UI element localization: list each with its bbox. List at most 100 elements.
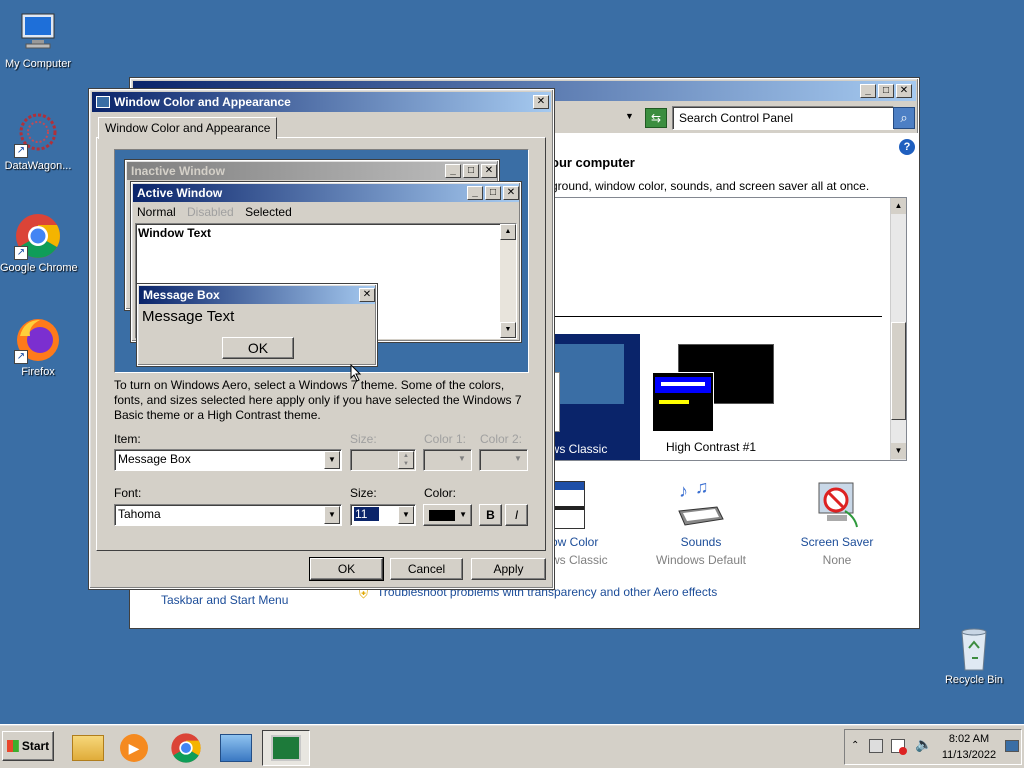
chevron-down-icon[interactable]: ▼ — [324, 451, 340, 469]
desktop-icon-recycle-bin[interactable]: Recycle Bin — [936, 624, 1012, 686]
taskbar-media-player[interactable]: ▶ — [112, 730, 156, 766]
preview-menubar: Normal Disabled Selected — [132, 203, 520, 221]
minimize-button: _ — [445, 164, 461, 178]
desktop-icon-my-computer[interactable]: My Computer — [0, 8, 76, 70]
tile-label: ow Color — [551, 535, 599, 549]
help-icon[interactable]: ? — [899, 139, 915, 155]
display-settings-icon — [271, 735, 301, 761]
chevron-down-icon: ▼ — [459, 510, 467, 519]
scroll-up-arrow[interactable]: ▲ — [891, 198, 906, 214]
color2-label: Color 2: — [480, 432, 523, 446]
network-icon[interactable] — [869, 739, 883, 753]
preview-inactive-titlebar: Inactive Window _ □ ✕ — [127, 162, 497, 180]
desktop-icon-label: My Computer — [4, 58, 72, 70]
windows-logo-icon — [6, 740, 19, 752]
chrome-icon — [171, 733, 201, 763]
minimize-button: _ — [467, 186, 483, 200]
font-size-select[interactable]: 11 ▼ — [350, 504, 416, 526]
italic-button[interactable]: I — [505, 504, 528, 526]
taskbar-explorer[interactable] — [66, 730, 110, 766]
theme-label: High Contrast #1 — [666, 440, 757, 454]
tile-sublabel: None — [822, 553, 852, 567]
dialog-close-button[interactable]: ✕ — [533, 95, 549, 109]
page-description: ground, window color, sounds, and screen… — [551, 179, 870, 193]
theme-divider — [544, 316, 882, 317]
hc-preview-front — [652, 372, 714, 432]
tile-sublabel: Windows Default — [655, 553, 747, 567]
desktop-icon-datawagon[interactable]: ↗ DataWagon... — [0, 110, 76, 172]
taskbar-start-menu-link[interactable]: Taskbar and Start Menu — [161, 593, 288, 607]
shield-icon: ⛨ — [359, 587, 369, 601]
minimize-button[interactable]: _ — [860, 84, 876, 98]
theme-windows-classic[interactable]: ows Classic — [544, 334, 640, 460]
theme-list-scrollbar[interactable]: ▲ ▼ — [890, 198, 906, 460]
font-select[interactable]: Tahoma ▼ — [114, 504, 342, 526]
font-color-picker[interactable]: ▼ — [423, 504, 472, 526]
chrome-icon: ↗ — [14, 212, 62, 260]
color2-picker: ▼ — [479, 449, 528, 471]
refresh-button[interactable]: ⇆ — [645, 108, 667, 128]
close-button: ✕ — [503, 186, 519, 200]
tile-screen-saver[interactable]: Screen Saver None — [777, 481, 897, 571]
address-dropdown-arrow[interactable]: ▼ — [625, 111, 634, 121]
dialog-title: Window Color and Appearance — [114, 95, 291, 109]
taskbar-control-panel[interactable] — [214, 730, 258, 766]
preview-message-box: Message Box ✕ Message Text OK — [136, 283, 378, 367]
desktop-icon-firefox[interactable]: ↗ Firefox — [0, 316, 76, 378]
font-value: Tahoma — [118, 507, 161, 521]
shortcut-arrow-icon: ↗ — [14, 350, 28, 364]
clock-time[interactable]: 8:02 AM — [937, 733, 1001, 745]
desktop-icon-chrome[interactable]: ↗ Google Chrome — [0, 212, 78, 274]
start-button[interactable]: Start — [2, 731, 54, 761]
search-icon[interactable]: ⌕ — [893, 107, 915, 129]
cancel-button[interactable]: Cancel — [390, 558, 463, 580]
tab-window-color-appearance[interactable]: Window Color and Appearance — [98, 117, 278, 139]
bold-button[interactable]: B — [479, 504, 502, 526]
item-select[interactable]: Message Box ▼ — [114, 449, 342, 471]
shortcut-arrow-icon: ↗ — [14, 246, 28, 260]
theme-high-contrast-1[interactable]: High Contrast #1 — [652, 344, 792, 464]
show-hidden-icons-icon[interactable]: ⌃ — [851, 740, 859, 751]
close-button: ✕ — [481, 164, 497, 178]
taskbar-chrome[interactable] — [164, 730, 208, 766]
show-desktop-icon[interactable] — [1005, 740, 1019, 752]
scroll-down-arrow[interactable]: ▼ — [891, 443, 906, 459]
maximize-button: □ — [485, 186, 501, 200]
theme-list[interactable]: ows Classic High Contrast #1 ▲ ▼ — [543, 197, 907, 461]
tile-sublabel: ws Classic — [551, 553, 608, 567]
scroll-thumb[interactable] — [891, 322, 906, 420]
firefox-icon: ↗ — [14, 316, 62, 364]
recycle-bin-icon — [950, 624, 998, 672]
screen-saver-icon — [815, 481, 861, 529]
color-swatch — [429, 510, 455, 521]
dialog-titlebar[interactable]: Window Color and Appearance ✕ — [92, 92, 551, 112]
tile-sounds[interactable]: ♪ ♫ Sounds Windows Default — [641, 477, 761, 571]
sounds-icon: ♪ ♫ — [673, 477, 729, 529]
datawagon-icon: ↗ — [14, 110, 62, 158]
message-text: Message Text — [142, 308, 235, 325]
maximize-button[interactable]: □ — [878, 84, 894, 98]
chevron-down-icon[interactable]: ▼ — [324, 506, 340, 524]
font-size-label: Size: — [350, 486, 377, 500]
chevron-down-icon: ▼ — [454, 451, 470, 469]
ok-button[interactable]: OK — [309, 557, 384, 581]
spinner-arrows-icon: ▲ ▼ — [398, 451, 414, 469]
close-button: ✕ — [359, 288, 375, 302]
color1-label: Color 1: — [424, 432, 467, 446]
page-heading: our computer — [551, 155, 635, 170]
tile-window-color[interactable]: ow Color ws Classic — [539, 481, 649, 571]
window-color-icon — [551, 481, 585, 529]
desktop-icon-label: Firefox — [21, 366, 55, 378]
action-center-icon[interactable] — [891, 739, 907, 755]
chevron-down-icon: ▼ — [510, 451, 526, 469]
search-input[interactable]: Search Control Panel — [672, 106, 894, 130]
apply-button[interactable]: Apply — [471, 558, 546, 580]
taskbar-appearance-dialog[interactable] — [262, 730, 310, 766]
chevron-down-icon[interactable]: ▼ — [398, 506, 414, 524]
font-label: Font: — [114, 486, 142, 500]
font-color-label: Color: — [424, 486, 457, 500]
close-button[interactable]: ✕ — [896, 84, 912, 98]
desktop-icon-label: DataWagon... — [4, 160, 72, 172]
clock-date[interactable]: 11/13/2022 — [937, 749, 1001, 761]
volume-icon[interactable]: 🔈 — [915, 736, 932, 753]
